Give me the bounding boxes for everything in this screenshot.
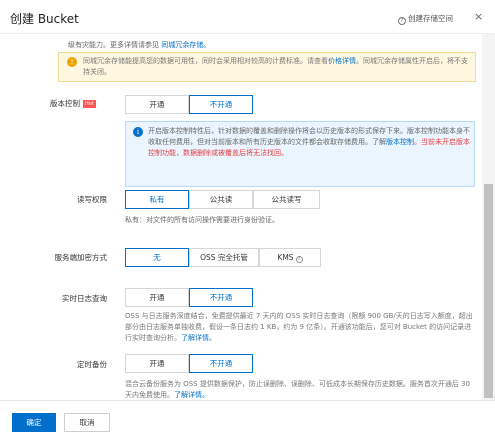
acl-public-read-button[interactable]: 公共读 bbox=[189, 190, 253, 209]
acl-private-button[interactable]: 私有 bbox=[125, 190, 189, 209]
versioning-off-button[interactable]: 不开通 bbox=[189, 95, 253, 114]
acl-description: 私有：对文件的所有访问操作需要进行身份验证。 bbox=[125, 216, 279, 224]
scrollbar-thumb[interactable] bbox=[484, 184, 493, 398]
redundancy-link[interactable]: 同城冗余存储。 bbox=[161, 41, 210, 49]
close-icon[interactable]: × bbox=[474, 10, 483, 23]
redundancy-warning-text: 同城冗余存储能提高您的数据可用性，同时会采用相对较高的计费标准。请查看价格详情。… bbox=[83, 57, 468, 76]
realtime-log-link[interactable]: 了解详情。 bbox=[181, 334, 216, 342]
backup-label: 定时备份 bbox=[77, 360, 107, 369]
versioning-label: 版本控制 Hot bbox=[50, 99, 96, 108]
acl-label: 读写权限 bbox=[77, 195, 107, 204]
backup-link[interactable]: 了解详情。 bbox=[174, 391, 209, 399]
help-icon: ? bbox=[398, 17, 406, 25]
encryption-none-button[interactable]: 无 bbox=[125, 248, 189, 267]
realtime-log-label: 实时日志查询 bbox=[62, 294, 107, 303]
dialog-header: 创建 Bucket ? 创建存储空间 × bbox=[0, 0, 495, 34]
encryption-oss-button[interactable]: OSS 完全托管 bbox=[189, 248, 259, 267]
versioning-info-text: 开启版本控制特性后，针对数据的覆盖和删除操作将会以历史版本的形式保存下来。版本控… bbox=[148, 127, 470, 157]
realtime-log-off-button[interactable]: 不开通 bbox=[189, 288, 253, 307]
backup-on-button[interactable]: 开通 bbox=[125, 354, 189, 373]
confirm-button[interactable]: 确定 bbox=[12, 413, 56, 432]
realtime-log-description: OSS 与日志服务深度结合，免费提供最近 7 天内的 OSS 实时日志查询（限额… bbox=[125, 312, 473, 342]
backup-description: 混合云备份服务为 OSS 提供数据保护，防止误删除、误删除、可低成本长期保存历史… bbox=[125, 380, 470, 399]
versioning-on-button[interactable]: 开通 bbox=[125, 95, 189, 114]
info-icon: i bbox=[133, 127, 143, 137]
redundancy-warning: ! 同城冗余存储能提高您的数据可用性，同时会采用相对较高的计费标准。请查看价格详… bbox=[58, 52, 476, 82]
help-label: 创建存储空间 bbox=[408, 14, 453, 23]
hot-badge: Hot bbox=[83, 100, 96, 108]
encryption-kms-button[interactable]: KMS? bbox=[259, 248, 321, 267]
realtime-log-on-button[interactable]: 开通 bbox=[125, 288, 189, 307]
scrollbar[interactable] bbox=[482, 34, 495, 400]
redundancy-fragment: 级有灾能力。更多详情请参见 同城冗余存储。 bbox=[68, 40, 210, 50]
redundancy-fragment-text: 级有灾能力。更多详情请参见 bbox=[68, 41, 159, 49]
dialog-title: 创建 Bucket bbox=[10, 12, 79, 26]
warning-icon: ! bbox=[67, 57, 77, 67]
backup-off-button[interactable]: 不开通 bbox=[189, 354, 253, 373]
versioning-info: i 开启版本控制特性后，针对数据的覆盖和删除操作将会以历史版本的形式保存下来。版… bbox=[125, 121, 475, 187]
encryption-label: 服务端加密方式 bbox=[54, 253, 108, 262]
kms-label: KMS bbox=[277, 253, 294, 262]
cancel-button[interactable]: 取消 bbox=[64, 413, 110, 432]
dialog-footer: 确定 取消 bbox=[0, 400, 495, 438]
dialog-body: 级有灾能力。更多详情请参见 同城冗余存储。 ! 同城冗余存储能提高您的数据可用性… bbox=[0, 34, 482, 400]
help-link[interactable]: ? 创建存储空间 bbox=[398, 13, 453, 25]
acl-public-read-write-button[interactable]: 公共读写 bbox=[253, 190, 320, 209]
kms-help-icon[interactable]: ? bbox=[295, 256, 303, 263]
versioning-link[interactable]: 版本控制 bbox=[386, 138, 414, 146]
price-detail-link[interactable]: 价格详情 bbox=[328, 57, 356, 65]
